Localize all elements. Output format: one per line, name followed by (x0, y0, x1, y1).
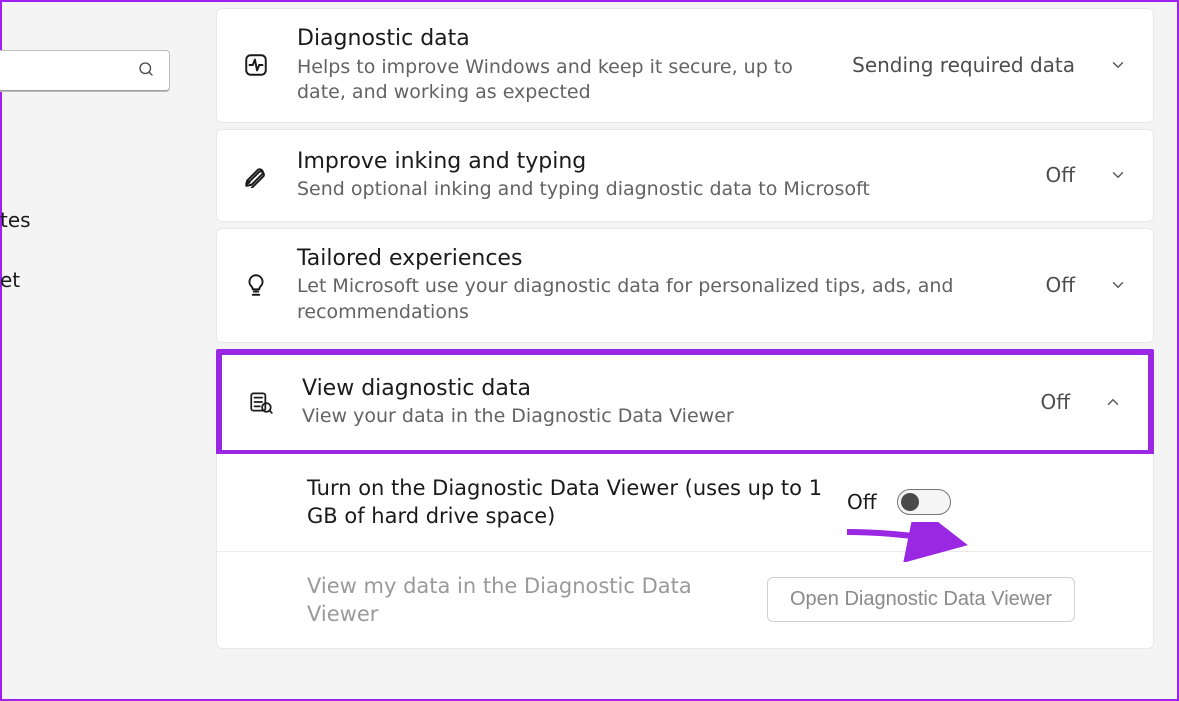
row-status: Off (1045, 163, 1075, 187)
row-title: Improve inking and typing (297, 148, 1009, 176)
open-viewer-label: View my data in the Diagnostic Data View… (307, 572, 747, 629)
pen-icon (241, 162, 271, 188)
row-status: Off (1040, 390, 1070, 414)
row-title: View diagnostic data (302, 375, 1004, 403)
open-viewer-row: View my data in the Diagnostic Data View… (217, 552, 1153, 649)
row-text: Tailored experiences Let Microsoft use y… (297, 245, 1019, 326)
sidebar: tes et (2, 2, 192, 699)
search-input[interactable] (0, 50, 170, 92)
settings-content: Diagnostic data Helps to improve Windows… (216, 8, 1154, 649)
row-title: Diagnostic data (297, 25, 816, 53)
chevron-down-icon (1109, 166, 1127, 184)
toggle-label: Turn on the Diagnostic Data Viewer (uses… (307, 474, 827, 531)
toggle-row-diag-viewer: Turn on the Diagnostic Data Viewer (uses… (217, 454, 1153, 552)
sidebar-item-fragment[interactable]: tes (0, 190, 31, 250)
row-status: Off (1045, 273, 1075, 297)
view-diagnostic-data-panel: Turn on the Diagnostic Data Viewer (uses… (216, 454, 1154, 649)
row-text: Improve inking and typing Send optional … (297, 148, 1019, 203)
activity-icon (241, 52, 271, 78)
toggle-diag-viewer[interactable] (897, 489, 951, 515)
row-subtitle: Helps to improve Windows and keep it sec… (297, 55, 797, 106)
sidebar-item-fragment[interactable]: et (0, 250, 31, 310)
row-text: Diagnostic data Helps to improve Windows… (297, 25, 826, 106)
search-icon (137, 60, 155, 82)
data-viewer-icon (246, 389, 276, 415)
toggle-state-text: Off (847, 490, 877, 514)
lightbulb-icon (241, 272, 271, 298)
row-subtitle: Let Microsoft use your diagnostic data f… (297, 274, 1009, 325)
row-text: View diagnostic data View your data in t… (302, 375, 1014, 430)
chevron-down-icon (1109, 56, 1127, 74)
row-subtitle: View your data in the Diagnostic Data Vi… (302, 404, 1004, 430)
row-view-diagnostic-data[interactable]: View diagnostic data View your data in t… (216, 349, 1154, 456)
row-improve-inking-typing[interactable]: Improve inking and typing Send optional … (216, 129, 1154, 222)
sidebar-nav-fragment: tes et (0, 190, 31, 310)
chevron-down-icon (1109, 276, 1127, 294)
chevron-up-icon (1104, 393, 1122, 411)
row-status: Sending required data (852, 53, 1075, 77)
row-diagnostic-data[interactable]: Diagnostic data Helps to improve Windows… (216, 8, 1154, 123)
open-diag-viewer-button[interactable]: Open Diagnostic Data Viewer (767, 577, 1075, 622)
row-tailored-experiences[interactable]: Tailored experiences Let Microsoft use y… (216, 228, 1154, 343)
row-title: Tailored experiences (297, 245, 1009, 273)
row-subtitle: Send optional inking and typing diagnost… (297, 177, 1009, 203)
